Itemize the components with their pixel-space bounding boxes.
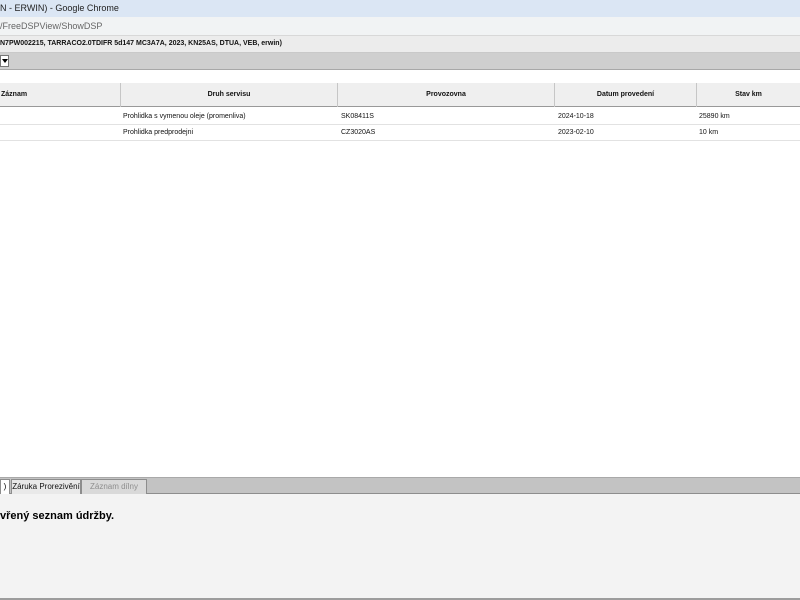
tab-current[interactable]: ) (0, 479, 10, 494)
column-header-zaznam[interactable]: Záznam (0, 83, 121, 107)
table-header: Záznam Druh servisu Provozovna Datum pro… (0, 83, 800, 107)
tab-strip: ) Záruka Prorezivění Záznam dílny (0, 477, 800, 494)
cell-stav-km: 25890 km (699, 113, 730, 120)
vehicle-info: N7PW002215, TARRACO2.0TDIFR 5d147 MC3A7A… (0, 40, 282, 47)
address-bar[interactable]: /FreeDSPView/ShowDSP (0, 17, 800, 36)
cell-druh-servisu: Prohlidka predprodejni (123, 129, 194, 136)
chevron-down-icon (2, 59, 8, 63)
tab-zaruka-prorezivení[interactable]: Záruka Prorezivění (11, 479, 81, 494)
cell-datum: 2023-02-10 (558, 129, 594, 136)
cell-datum: 2024-10-18 (558, 113, 594, 120)
cell-provozovna: CZ3020AS (341, 129, 376, 136)
window-title: N - ERWIN) - Google Chrome (0, 3, 119, 13)
url-text: /FreeDSPView/ShowDSP (0, 21, 103, 31)
view-select[interactable] (0, 55, 9, 67)
cell-stav-km: 10 km (699, 129, 719, 136)
column-header-druh-servisu[interactable]: Druh servisu (121, 83, 338, 107)
panel-message: vřený seznam údržby. (0, 510, 115, 522)
window-titlebar: N - ERWIN) - Google Chrome (0, 0, 800, 17)
tab-zaznam-dilny[interactable]: Záznam dílny (81, 479, 147, 494)
column-header-stav-km[interactable]: Stav km (697, 83, 800, 107)
column-header-provozovna[interactable]: Provozovna (338, 83, 555, 107)
cell-druh-servisu: Prohlidka s vymenou oleje (promenliva) (123, 113, 246, 120)
column-header-datum-provedeni[interactable]: Datum provedení (555, 83, 697, 107)
cell-provozovna: SK08411S (341, 113, 374, 120)
table-row[interactable]: Prohlidka predprodejni CZ3020AS 2023-02-… (0, 125, 800, 141)
table-row[interactable]: Prohlidka s vymenou oleje (promenliva) S… (0, 109, 800, 125)
vehicle-info-bar: N7PW002215, TARRACO2.0TDIFR 5d147 MC3A7A… (0, 36, 800, 53)
toolbar (0, 53, 800, 70)
content-panel: vřený seznam údržby. (0, 494, 800, 600)
